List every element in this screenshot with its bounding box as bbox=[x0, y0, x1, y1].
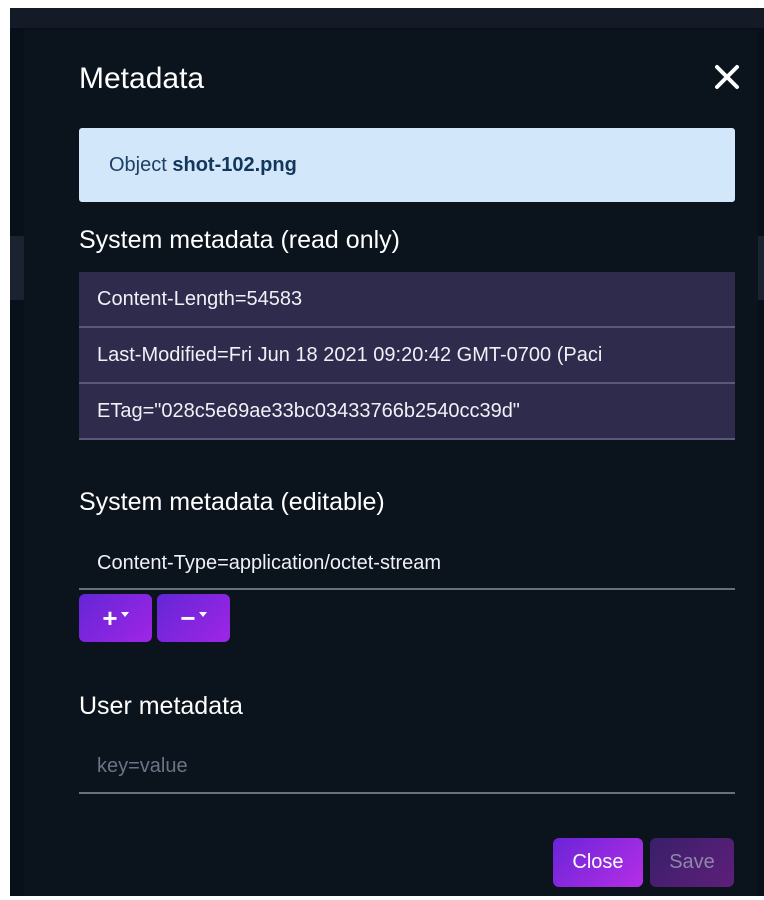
screen: Metadata Object shot-102.png System meta… bbox=[10, 8, 764, 896]
system-readonly-heading: System metadata (read only) bbox=[79, 226, 400, 254]
readonly-row-etag: ETag="028c5e69ae33bc03433766b2540cc39d" bbox=[79, 384, 735, 440]
readonly-row-last-modified: Last-Modified=Fri Jun 18 2021 09:20:42 G… bbox=[79, 328, 735, 384]
dialog-title: Metadata bbox=[79, 62, 205, 95]
remove-label: − bbox=[180, 603, 196, 633]
add-metadata-button[interactable]: + bbox=[79, 594, 152, 642]
backdrop-right-edge bbox=[758, 236, 764, 300]
save-button[interactable]: Save bbox=[650, 838, 734, 887]
system-editable-row-content-type[interactable]: Content-Type=application/octet-stream bbox=[79, 536, 735, 590]
backdrop-header bbox=[10, 8, 764, 28]
user-metadata-input[interactable] bbox=[79, 740, 735, 794]
object-banner: Object shot-102.png bbox=[79, 128, 735, 202]
close-icon[interactable] bbox=[710, 60, 744, 94]
remove-metadata-button[interactable]: − bbox=[157, 594, 230, 642]
close-button[interactable]: Close bbox=[553, 838, 643, 887]
readonly-row-content-length: Content-Length=54583 bbox=[79, 272, 735, 328]
add-dropdown-caret-icon bbox=[120, 611, 129, 617]
system-editable-heading: System metadata (editable) bbox=[79, 488, 385, 516]
object-name: shot-102.png bbox=[172, 154, 297, 176]
system-readonly-list: Content-Length=54583 Last-Modified=Fri J… bbox=[79, 272, 735, 440]
backdrop-left-edge bbox=[10, 236, 24, 300]
user-metadata-heading: User metadata bbox=[79, 692, 243, 720]
add-label: + bbox=[102, 603, 118, 633]
remove-dropdown-caret-icon bbox=[198, 611, 207, 617]
object-prefix: Object bbox=[109, 154, 167, 176]
metadata-dialog: Metadata Object shot-102.png System meta… bbox=[24, 30, 758, 896]
